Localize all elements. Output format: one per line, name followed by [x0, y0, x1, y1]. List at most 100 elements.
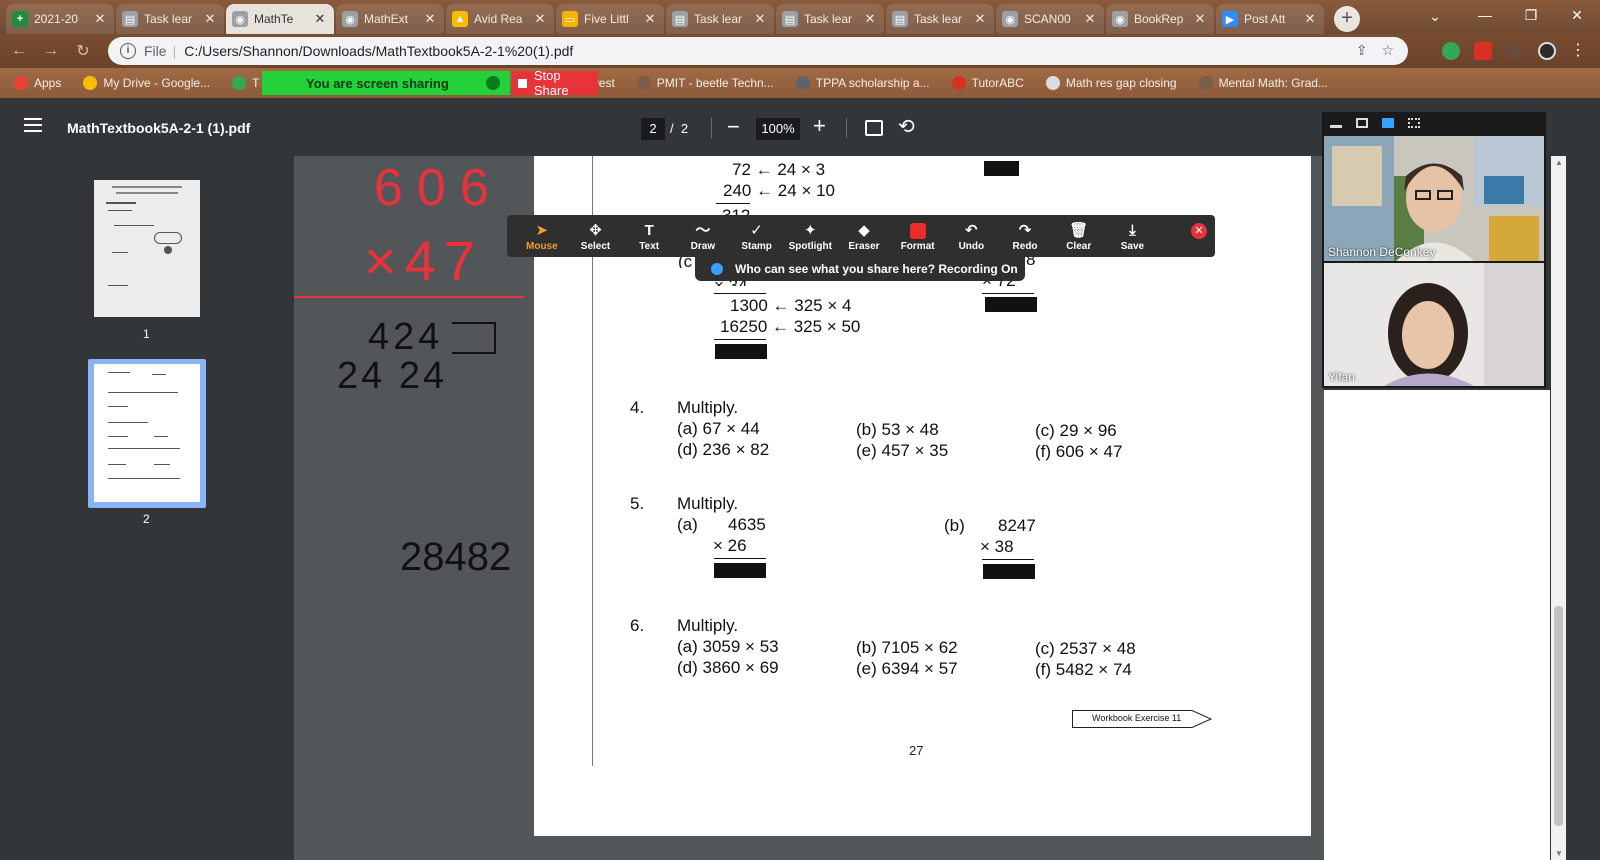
browser-tab[interactable]: ▭ Five Littl ✕	[556, 4, 664, 34]
gallery-view-icon[interactable]	[1408, 118, 1420, 128]
move-icon: ✥	[589, 221, 602, 239]
tool-draw[interactable]: 〜 Draw	[676, 221, 730, 252]
doc-icon: ▤	[892, 11, 908, 27]
tab-close-icon[interactable]: ✕	[92, 11, 108, 27]
tab-search-icon[interactable]: ⌄	[1420, 4, 1450, 28]
tool-spotlight[interactable]: ✦ Spotlight	[783, 221, 837, 252]
ublock-icon[interactable]	[1474, 42, 1492, 60]
bookmark-item[interactable]: Apps	[14, 76, 61, 90]
puzzle-icon[interactable]	[1506, 42, 1524, 60]
page-thumbnail-2[interactable]	[94, 364, 200, 502]
tab-close-icon[interactable]: ✕	[862, 11, 878, 27]
rotate-icon[interactable]: ⟲	[898, 114, 915, 139]
browser-tab[interactable]: ◉ BookRep ✕	[1106, 4, 1214, 34]
bookmark-item[interactable]: TPPA scholarship a...	[795, 76, 930, 90]
browser-tab[interactable]: ▤ Task lear ✕	[116, 4, 224, 34]
tool-clear[interactable]: 🗑 Clear	[1052, 221, 1106, 252]
scrollbar-thumb[interactable]	[1554, 606, 1563, 826]
video-tile-1[interactable]: Shannon DeConkey	[1324, 136, 1544, 261]
bookmark-item[interactable]: Mental Math: Grad...	[1198, 76, 1328, 90]
tool-save[interactable]: ⤓ Save	[1106, 221, 1160, 252]
browser-tab[interactable]: ▶ Post Att ✕	[1216, 4, 1324, 34]
tab-close-icon[interactable]: ✕	[972, 11, 988, 27]
tab-close-icon[interactable]: ✕	[1302, 11, 1318, 27]
reload-icon[interactable]: ↻	[70, 41, 96, 61]
tool-undo[interactable]: ↶ Undo	[945, 221, 999, 252]
new-tab-button[interactable]: +	[1334, 6, 1360, 32]
globe-icon: ◉	[342, 11, 358, 27]
tool-format[interactable]: Format	[891, 221, 945, 252]
browser-tab[interactable]: ▤ Task lear ✕	[776, 4, 884, 34]
page-number-text: 27	[909, 743, 924, 758]
scroll-up-icon[interactable]: ▲	[1555, 158, 1563, 167]
work-line	[714, 339, 766, 340]
pdf-toolbar: MathTextbook5A-2-1 (1).pdf 2 / 2 − 100% …	[0, 100, 1320, 156]
browser-tab[interactable]: ◉ SCAN00 ✕	[996, 4, 1104, 34]
tab-close-icon[interactable]: ✕	[642, 11, 658, 27]
strip-view-icon[interactable]	[1382, 118, 1394, 128]
tab-close-icon[interactable]: ✕	[752, 11, 768, 27]
vertical-scrollbar[interactable]: ▲ ▼	[1551, 156, 1566, 860]
bookmark-item[interactable]: T	[232, 76, 259, 90]
info-icon[interactable]: i	[120, 43, 136, 59]
restore-icon[interactable]: ❐	[1508, 0, 1554, 30]
forward-icon[interactable]: →	[38, 42, 64, 60]
tab-close-icon[interactable]: ✕	[312, 11, 328, 27]
browser-tab[interactable]: ▤ Task lear ✕	[886, 4, 994, 34]
page-number-input[interactable]: 2	[641, 118, 665, 140]
address-bar[interactable]: i File | C:/Users/Shannon/Downloads/Math…	[108, 37, 1408, 65]
menu-icon[interactable]	[24, 118, 42, 132]
close-annotation-icon[interactable]: ✕	[1191, 223, 1207, 239]
recording-notice[interactable]: Who can see what you share here? Recordi…	[695, 257, 1025, 281]
zoom-in-button[interactable]: +	[813, 113, 826, 139]
tool-select[interactable]: ✥ Select	[569, 221, 623, 252]
speaker-view-icon[interactable]	[1356, 118, 1368, 128]
tool-stamp[interactable]: ✓ Stamp	[730, 221, 784, 252]
browser-tab[interactable]: ▲ Avid Rea ✕	[446, 4, 554, 34]
back-icon[interactable]: ←	[6, 42, 32, 60]
bookmark-item[interactable]: My Drive - Google...	[83, 76, 210, 90]
extension-icons: ⋮	[1442, 42, 1586, 60]
tool-text[interactable]: T Text	[622, 221, 676, 252]
tool-eraser[interactable]: ◆ Eraser	[837, 221, 891, 252]
bookmark-item[interactable]: Math res gap closing	[1045, 76, 1177, 90]
window-close-icon[interactable]: ✕	[1554, 0, 1600, 30]
share-banner-text: You are screen sharing	[306, 75, 449, 91]
browser-tab[interactable]: +2021-20 ✕	[6, 4, 114, 34]
bookmark-label: TPPA scholarship a...	[815, 76, 930, 90]
tool-label: Text	[639, 240, 660, 252]
minimize-icon[interactable]: —	[1462, 0, 1508, 30]
page-thumbnail-1[interactable]	[94, 180, 200, 317]
minimize-video-icon[interactable]	[1330, 124, 1342, 128]
bookmark-star-icon[interactable]: ☆	[1381, 42, 1394, 59]
bookmark-item[interactable]: TutorABC	[951, 76, 1024, 90]
kebab-menu-icon[interactable]: ⋮	[1570, 42, 1586, 60]
browser-tab[interactable]: ◉ MathExt ✕	[336, 4, 444, 34]
tool-label: Undo	[958, 240, 985, 252]
url-text[interactable]: C:/Users/Shannon/Downloads/MathTextbook5…	[184, 43, 573, 59]
zoom-out-button[interactable]: −	[727, 114, 740, 140]
work-line	[982, 559, 1034, 560]
tab-close-icon[interactable]: ✕	[1082, 11, 1098, 27]
video-tile-2[interactable]: Yifan	[1324, 263, 1544, 386]
bookmark-favicon-icon	[1045, 76, 1060, 90]
tool-redo[interactable]: ↷ Redo	[998, 221, 1052, 252]
tool-label: Stamp	[741, 240, 772, 252]
share-icon[interactable]: ⇪	[1356, 42, 1368, 59]
tab-close-icon[interactable]: ✕	[1192, 11, 1208, 27]
scroll-down-icon[interactable]: ▼	[1555, 849, 1563, 858]
question-number: 4.	[630, 398, 645, 417]
fit-page-icon[interactable]	[865, 120, 883, 136]
tool-mouse[interactable]: ➤ Mouse	[515, 221, 569, 252]
bookmarks-bar: AppsMy Drive - Google...TItutornewestPMI…	[0, 68, 1600, 98]
browser-tab[interactable]: ▤ Task lear ✕	[666, 4, 774, 34]
stop-share-button[interactable]: Stop Share	[512, 68, 598, 98]
tab-close-icon[interactable]: ✕	[202, 11, 218, 27]
profile-avatar[interactable]	[1538, 42, 1556, 60]
bookmark-item[interactable]: PMIT - beetle Techn...	[636, 76, 774, 90]
zoom-level-input[interactable]: 100%	[756, 118, 800, 140]
tab-close-icon[interactable]: ✕	[422, 11, 438, 27]
tab-close-icon[interactable]: ✕	[532, 11, 548, 27]
extension-green-icon[interactable]	[1442, 42, 1460, 60]
browser-tab[interactable]: ◉ MathTe ✕	[226, 4, 334, 34]
